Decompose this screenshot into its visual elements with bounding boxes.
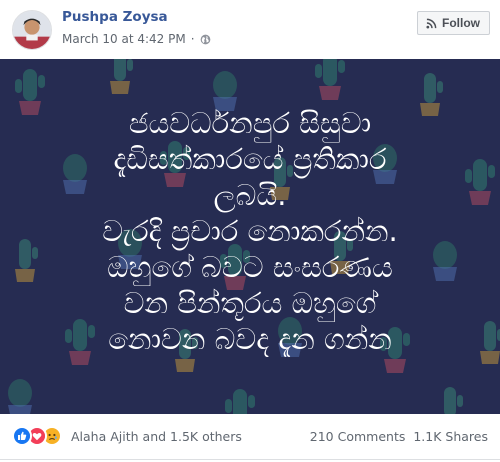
post-meta: March 10 at 4:42 PM ·	[62, 32, 211, 46]
caption-line: දැඩිසත්කාරයේ ප්‍රතිකාර	[113, 142, 387, 176]
reaction-summary[interactable]: Alaha Ajith and 1.5K others	[12, 426, 242, 446]
caption-line: ලබයි.	[213, 178, 287, 212]
follow-button[interactable]: Follow	[417, 11, 490, 35]
follow-label: Follow	[442, 16, 480, 30]
caption-line: ඔහුගේ බවට සංසරණය	[107, 250, 393, 284]
caption-line: නොවන බවද දැන ගන්න	[108, 322, 392, 356]
meta-separator: ·	[190, 32, 195, 46]
image-caption-text: ජයවර්ධනපුර සිසුවා දැඩිසත්කාරයේ ප්‍රතිකාර…	[0, 105, 500, 357]
caption-line: වැරදි ප්‍රචාර නොකරන්න.	[102, 214, 398, 248]
post-footer: Alaha Ajith and 1.5K others 210 Comments…	[0, 414, 500, 458]
author-name[interactable]: Pushpa Zoysa	[62, 9, 168, 25]
shares-count[interactable]: 1.1K Shares	[413, 429, 488, 444]
caption-line: ජයවර්ධනපුර සිසුවා	[128, 106, 372, 140]
comments-count[interactable]: 210 Comments	[310, 429, 406, 444]
globe-icon[interactable]	[200, 34, 211, 45]
like-icon	[12, 426, 32, 446]
facebook-post: Pushpa Zoysa March 10 at 4:42 PM · Follo…	[0, 0, 500, 462]
caption-line: වන පින්තූරය ඔහුගේ	[123, 286, 377, 320]
post-timestamp[interactable]: March 10 at 4:42 PM	[62, 32, 186, 46]
post-header: Pushpa Zoysa March 10 at 4:42 PM · Follo…	[0, 0, 500, 58]
rss-icon	[426, 18, 437, 29]
reaction-names[interactable]: Alaha Ajith and 1.5K others	[71, 429, 242, 444]
post-image[interactable]: ජයවර්ධනපුර සිසුවා දැඩිසත්කාරයේ ප්‍රතිකාර…	[0, 59, 500, 414]
author-avatar[interactable]	[12, 10, 52, 50]
footer-divider	[0, 459, 500, 460]
post-stats: 210 Comments 1.1K Shares	[310, 429, 488, 444]
